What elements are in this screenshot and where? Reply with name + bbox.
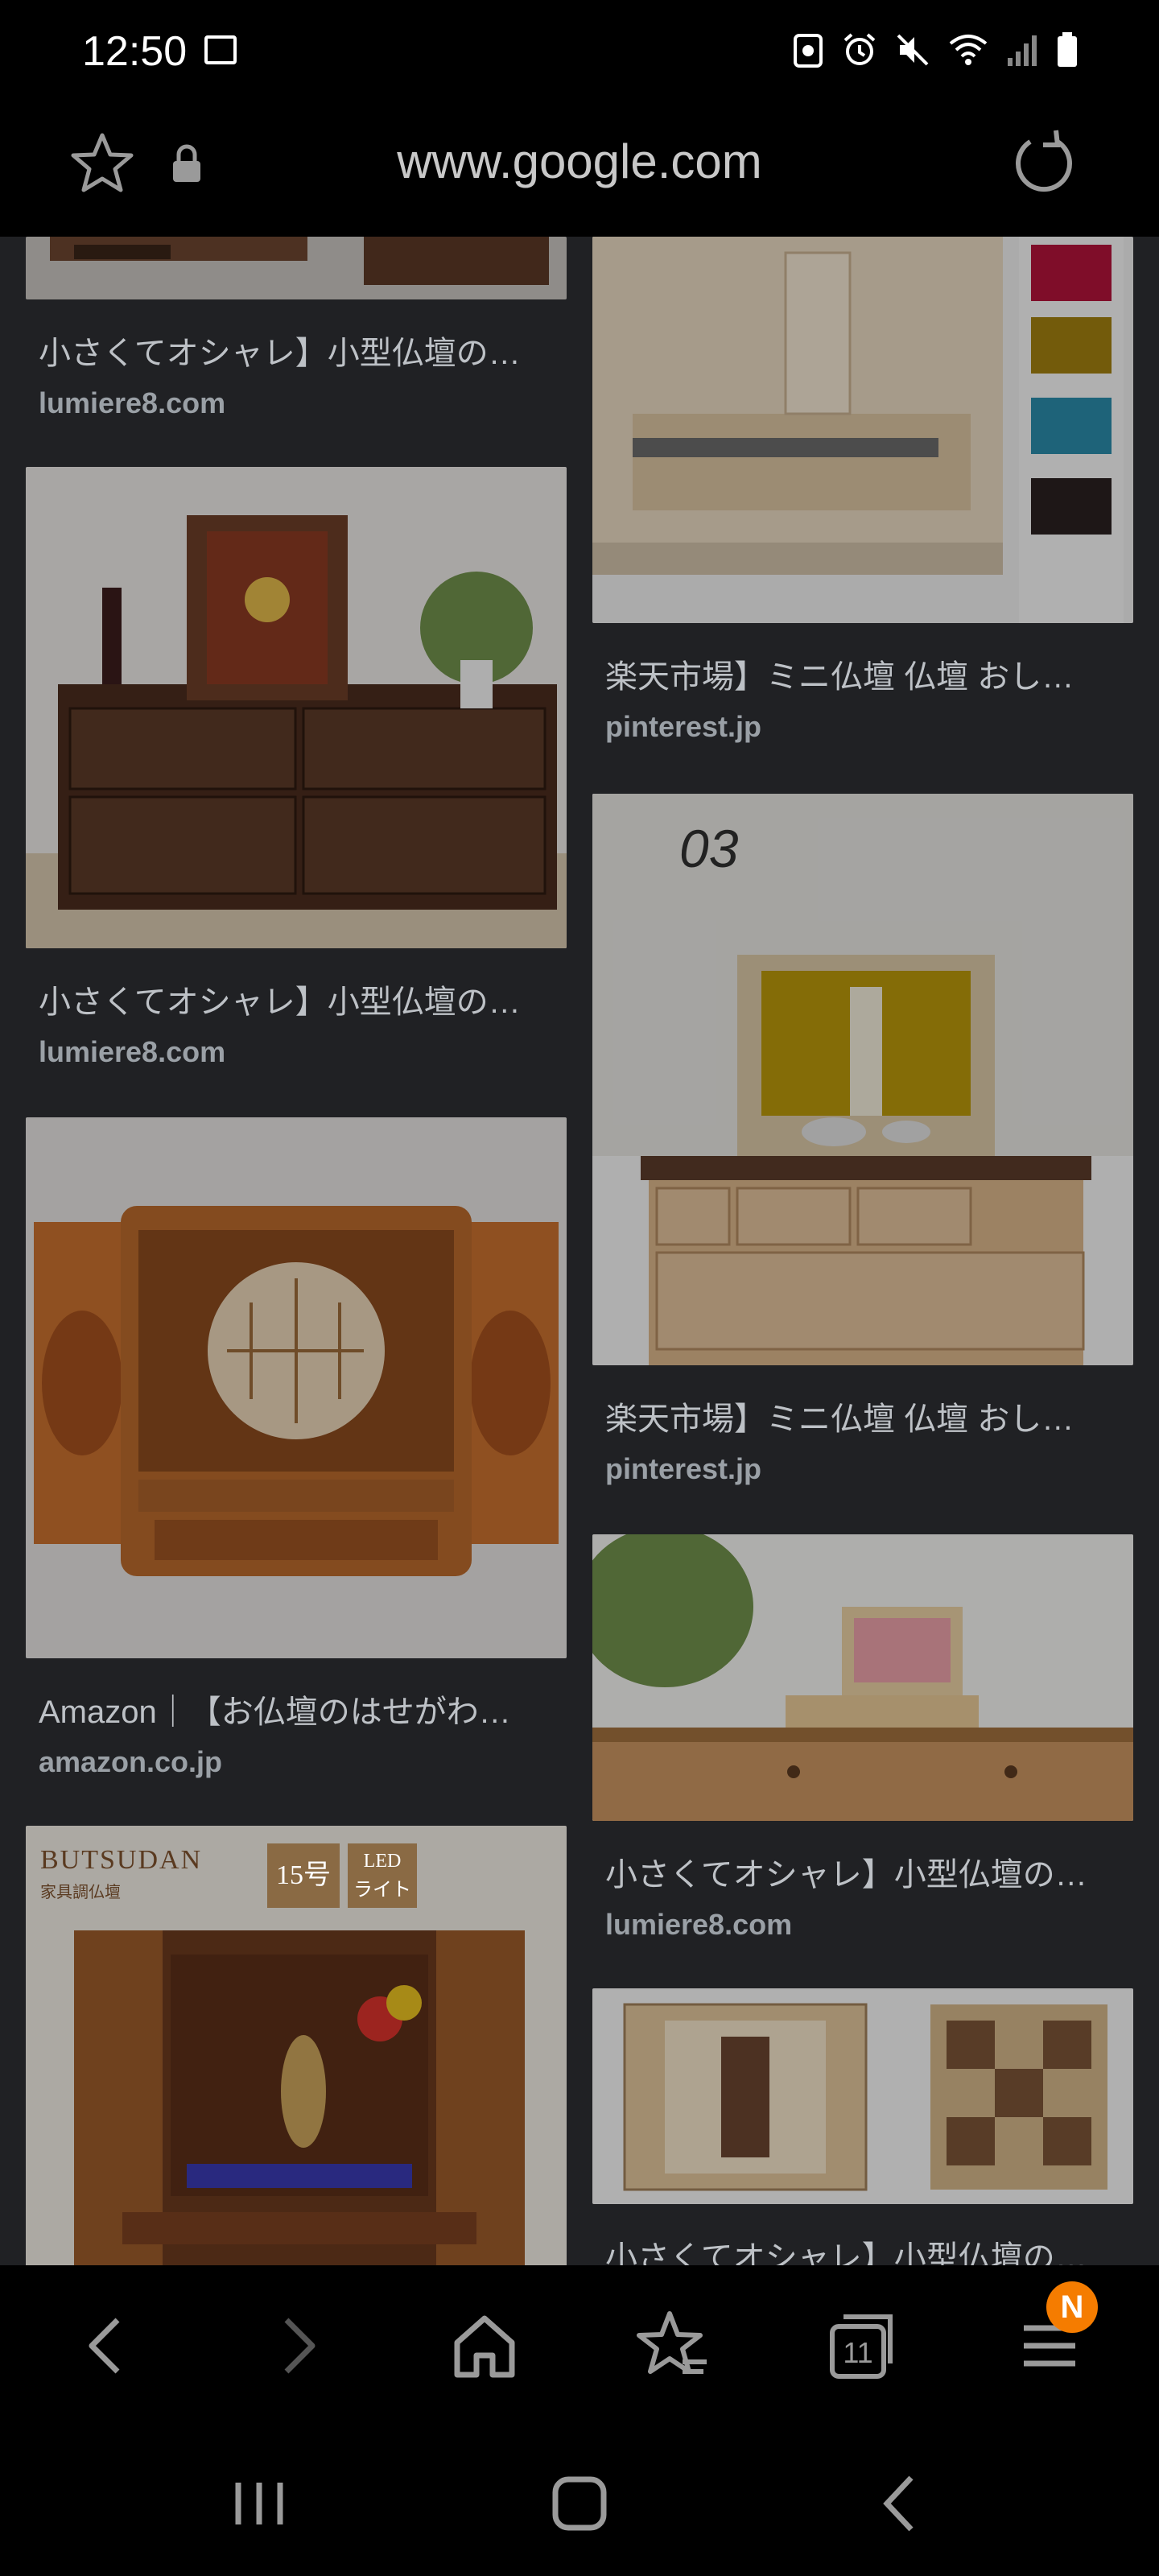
gallery-notification-icon bbox=[204, 35, 237, 64]
result-image[interactable] bbox=[26, 237, 567, 299]
image-results: 小さくてオシャレ】小型仏壇の… lumiere8.com 小さくてオシャレ】小型… bbox=[0, 237, 1159, 2265]
result-source[interactable]: lumiere8.com bbox=[605, 1908, 1120, 1942]
result-card[interactable]: 小さくてオシャレ】小型仏壇の… bbox=[592, 1988, 1133, 2265]
result-card[interactable]: 小さくてオシャレ】小型仏壇の… lumiere8.com bbox=[26, 237, 567, 420]
result-source[interactable]: lumiere8.com bbox=[39, 1035, 554, 1069]
mute-icon bbox=[897, 34, 929, 66]
forward-icon[interactable] bbox=[256, 2306, 336, 2386]
result-card[interactable]: 楽天市場】ミニ仏壇 仏壇 おし… pinterest.jp bbox=[592, 237, 1133, 744]
signal-icon bbox=[1008, 35, 1037, 66]
result-title[interactable]: 小さくてオシャレ】小型仏壇の… bbox=[39, 976, 554, 1022]
result-title[interactable]: 小さくてオシャレ】小型仏壇の… bbox=[39, 327, 554, 374]
result-source[interactable]: pinterest.jp bbox=[605, 1452, 1120, 1486]
back-system-icon[interactable] bbox=[863, 2463, 943, 2544]
bookmarks-icon[interactable] bbox=[633, 2306, 713, 2386]
reload-icon[interactable] bbox=[1009, 127, 1079, 196]
result-title[interactable]: 楽天市場】ミニ仏壇 仏壇 おし… bbox=[605, 1393, 1120, 1439]
tab-count: 11 bbox=[843, 2336, 873, 2369]
led-badge-line-1: LED bbox=[363, 1851, 402, 1872]
result-source[interactable]: amazon.co.jp bbox=[39, 1745, 554, 1779]
tabs-button[interactable]: 11 bbox=[821, 2306, 901, 2386]
browser-bottom-toolbar: 11 N bbox=[0, 2265, 1159, 2426]
url-text[interactable]: www.google.com bbox=[0, 134, 1159, 189]
led-badge-line-2: ライト bbox=[353, 1880, 411, 1901]
battery-icon bbox=[1058, 32, 1077, 67]
image-label: 03 bbox=[679, 819, 739, 878]
result-card[interactable]: 小さくてオシャレ】小型仏壇の… lumiere8.com bbox=[26, 467, 567, 1069]
butsudan-banner: BUTSUDAN 家具調仏壇 bbox=[40, 1845, 202, 1902]
size-badge: 15号 bbox=[267, 1843, 340, 1908]
result-title[interactable]: 小さくてオシャレ】小型仏壇の… bbox=[605, 2231, 1120, 2265]
result-card[interactable]: 03 楽天市場】ミニ仏壇 仏壇 おし… pinterest.jp bbox=[592, 794, 1133, 1486]
result-image[interactable]: 03 bbox=[592, 794, 1133, 1365]
alarm-icon bbox=[843, 33, 876, 65]
result-title[interactable]: 楽天市場】ミニ仏壇 仏壇 おし… bbox=[605, 650, 1120, 697]
banner-title: BUTSUDAN bbox=[40, 1845, 203, 1875]
status-icons bbox=[792, 32, 1079, 68]
menu-button[interactable]: N bbox=[1009, 2281, 1098, 2386]
home-system-icon[interactable] bbox=[539, 2463, 620, 2544]
result-source[interactable]: pinterest.jp bbox=[605, 710, 1120, 744]
result-image[interactable] bbox=[592, 1988, 1133, 2204]
result-image[interactable] bbox=[592, 237, 1133, 623]
result-title[interactable]: 小さくてオシャレ】小型仏壇の… bbox=[605, 1848, 1120, 1895]
result-image[interactable] bbox=[26, 1117, 567, 1658]
result-image[interactable] bbox=[26, 467, 567, 948]
result-source[interactable]: lumiere8.com bbox=[39, 386, 554, 420]
result-image[interactable] bbox=[592, 1534, 1133, 1821]
result-title[interactable]: Amazon｜【お仏壇のはせがわ… bbox=[39, 1686, 554, 1732]
home-icon[interactable] bbox=[444, 2306, 525, 2386]
led-badge: LED ライト bbox=[348, 1843, 417, 1908]
browser-url-bar: www.google.com bbox=[0, 103, 1159, 237]
battery-saver-icon bbox=[794, 34, 823, 68]
status-time: 12:50 bbox=[82, 28, 188, 75]
result-card[interactable]: BUTSUDAN 家具調仏壇 15号 LED ライト bbox=[26, 1826, 567, 2265]
status-bar: 12:50 bbox=[0, 0, 1159, 103]
recent-apps-icon[interactable] bbox=[219, 2463, 299, 2544]
banner-subtitle: 家具調仏壇 bbox=[40, 1884, 121, 1901]
system-navigation-bar bbox=[0, 2426, 1159, 2576]
menu-badge: N bbox=[1046, 2281, 1098, 2333]
result-image[interactable]: BUTSUDAN 家具調仏壇 15号 LED ライト bbox=[26, 1826, 567, 2265]
result-card[interactable]: 小さくてオシャレ】小型仏壇の… lumiere8.com bbox=[592, 1534, 1133, 1942]
wifi-icon bbox=[949, 35, 988, 65]
back-icon[interactable] bbox=[68, 2306, 148, 2386]
result-card[interactable]: Amazon｜【お仏壇のはせがわ… amazon.co.jp bbox=[26, 1117, 567, 1779]
